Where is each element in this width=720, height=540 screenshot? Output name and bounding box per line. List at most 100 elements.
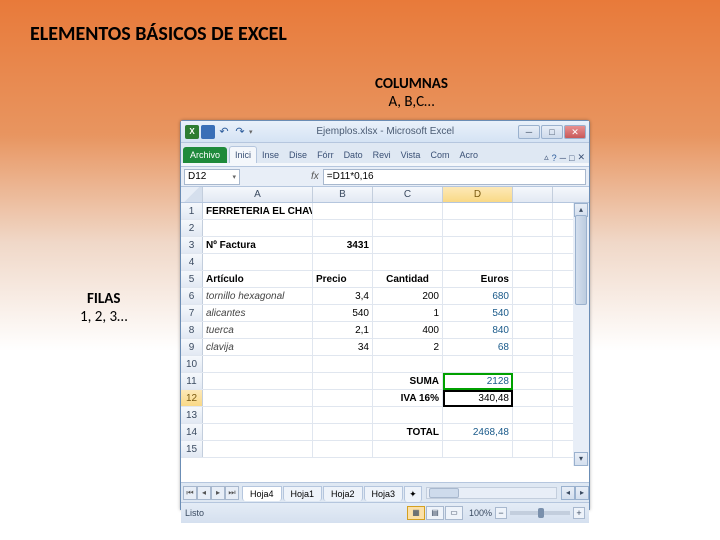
- cell[interactable]: 3431: [313, 237, 373, 253]
- row-header[interactable]: 6: [181, 288, 203, 304]
- name-box-dropdown-icon[interactable]: ▾: [232, 173, 236, 181]
- cell[interactable]: 1: [373, 305, 443, 321]
- tab-insertar[interactable]: Inse: [257, 147, 284, 163]
- cell[interactable]: [443, 203, 513, 219]
- cell[interactable]: tornillo hexagonal: [203, 288, 313, 304]
- tab-inicio[interactable]: Inici: [229, 146, 257, 163]
- cell[interactable]: [313, 254, 373, 270]
- cell[interactable]: 540: [313, 305, 373, 321]
- cell[interactable]: 68: [443, 339, 513, 355]
- select-all-corner[interactable]: [181, 187, 203, 202]
- cell[interactable]: IVA 16%: [373, 390, 443, 406]
- cell[interactable]: 3,4: [313, 288, 373, 304]
- scroll-thumb[interactable]: [575, 215, 587, 305]
- cell[interactable]: [373, 220, 443, 236]
- cell[interactable]: [443, 220, 513, 236]
- doc-close-icon[interactable]: ✕: [577, 152, 585, 163]
- tab-complementos[interactable]: Com: [425, 147, 454, 163]
- cell[interactable]: FERRETERIA EL CHAVO: [203, 203, 313, 219]
- cell[interactable]: 2128: [443, 373, 513, 389]
- hscroll-thumb[interactable]: [429, 488, 459, 498]
- sheet-tab-hoja2[interactable]: Hoja2: [323, 486, 363, 501]
- close-button[interactable]: ✕: [564, 125, 586, 139]
- cell[interactable]: [313, 441, 373, 457]
- undo-icon[interactable]: ↶: [217, 125, 231, 139]
- cell[interactable]: [203, 220, 313, 236]
- fx-icon[interactable]: fx: [311, 171, 319, 182]
- cell[interactable]: TOTAL: [373, 424, 443, 440]
- cell[interactable]: 2468,48: [443, 424, 513, 440]
- cell[interactable]: [443, 356, 513, 372]
- col-header-empty[interactable]: [513, 187, 553, 202]
- cell[interactable]: [513, 322, 553, 338]
- doc-min-icon[interactable]: ─: [560, 153, 566, 163]
- zoom-out-button[interactable]: −: [495, 507, 507, 519]
- cell[interactable]: 200: [373, 288, 443, 304]
- cell[interactable]: [373, 441, 443, 457]
- cell[interactable]: [513, 373, 553, 389]
- row-header[interactable]: 4: [181, 254, 203, 270]
- zoom-level[interactable]: 100%: [469, 508, 492, 518]
- tab-diseno[interactable]: Dise: [284, 147, 312, 163]
- cell[interactable]: 400: [373, 322, 443, 338]
- ribbon-collapse-icon[interactable]: ▵: [544, 152, 549, 163]
- sheet-tab-hoja4[interactable]: Hoja4: [242, 486, 282, 501]
- cell[interactable]: 34: [313, 339, 373, 355]
- cell[interactable]: [373, 356, 443, 372]
- save-icon[interactable]: [201, 125, 215, 139]
- cell[interactable]: [373, 254, 443, 270]
- cell[interactable]: [373, 203, 443, 219]
- cell[interactable]: SUMA: [373, 373, 443, 389]
- cell[interactable]: Euros: [443, 271, 513, 287]
- vertical-scrollbar[interactable]: ▴ ▾: [573, 203, 589, 466]
- cell[interactable]: Nº Factura: [203, 237, 313, 253]
- cell[interactable]: [203, 254, 313, 270]
- new-sheet-icon[interactable]: ✦: [404, 486, 422, 502]
- cell[interactable]: [513, 424, 553, 440]
- maximize-button[interactable]: □: [541, 125, 563, 139]
- cell[interactable]: [513, 441, 553, 457]
- cell[interactable]: [513, 356, 553, 372]
- cell[interactable]: [513, 254, 553, 270]
- row-header[interactable]: 3: [181, 237, 203, 253]
- row-header[interactable]: 10: [181, 356, 203, 372]
- cell[interactable]: [513, 220, 553, 236]
- cell[interactable]: 540: [443, 305, 513, 321]
- cell[interactable]: [443, 237, 513, 253]
- col-header-b[interactable]: B: [313, 187, 373, 202]
- view-pagelayout-icon[interactable]: ▤: [426, 506, 444, 520]
- cell[interactable]: [443, 441, 513, 457]
- cell[interactable]: Precio: [313, 271, 373, 287]
- cell[interactable]: [313, 407, 373, 423]
- tab-vista[interactable]: Vista: [396, 147, 426, 163]
- cell[interactable]: [443, 254, 513, 270]
- col-header-d[interactable]: D: [443, 187, 513, 202]
- cell[interactable]: [373, 407, 443, 423]
- cell[interactable]: [313, 373, 373, 389]
- cell[interactable]: [203, 356, 313, 372]
- cell[interactable]: [203, 441, 313, 457]
- row-header[interactable]: 8: [181, 322, 203, 338]
- minimize-button[interactable]: ─: [518, 125, 540, 139]
- cell[interactable]: [443, 407, 513, 423]
- cell[interactable]: [203, 424, 313, 440]
- cell[interactable]: [313, 424, 373, 440]
- row-header[interactable]: 13: [181, 407, 203, 423]
- cell[interactable]: clavija: [203, 339, 313, 355]
- cell[interactable]: [313, 356, 373, 372]
- cell[interactable]: 680: [443, 288, 513, 304]
- row-header[interactable]: 1: [181, 203, 203, 219]
- sheet-tab-hoja3[interactable]: Hoja3: [364, 486, 404, 501]
- cell[interactable]: [373, 237, 443, 253]
- view-normal-icon[interactable]: ▦: [407, 506, 425, 520]
- row-header[interactable]: 11: [181, 373, 203, 389]
- sheet-nav-prev-icon[interactable]: ◂: [197, 486, 211, 500]
- help-icon[interactable]: ?: [552, 153, 557, 163]
- cell[interactable]: [513, 339, 553, 355]
- cell[interactable]: [313, 203, 373, 219]
- cell[interactable]: Cantidad: [373, 271, 443, 287]
- zoom-slider[interactable]: [510, 511, 570, 515]
- name-box[interactable]: D12 ▾: [184, 169, 240, 185]
- cell[interactable]: [513, 288, 553, 304]
- tab-acrobat[interactable]: Acro: [454, 147, 483, 163]
